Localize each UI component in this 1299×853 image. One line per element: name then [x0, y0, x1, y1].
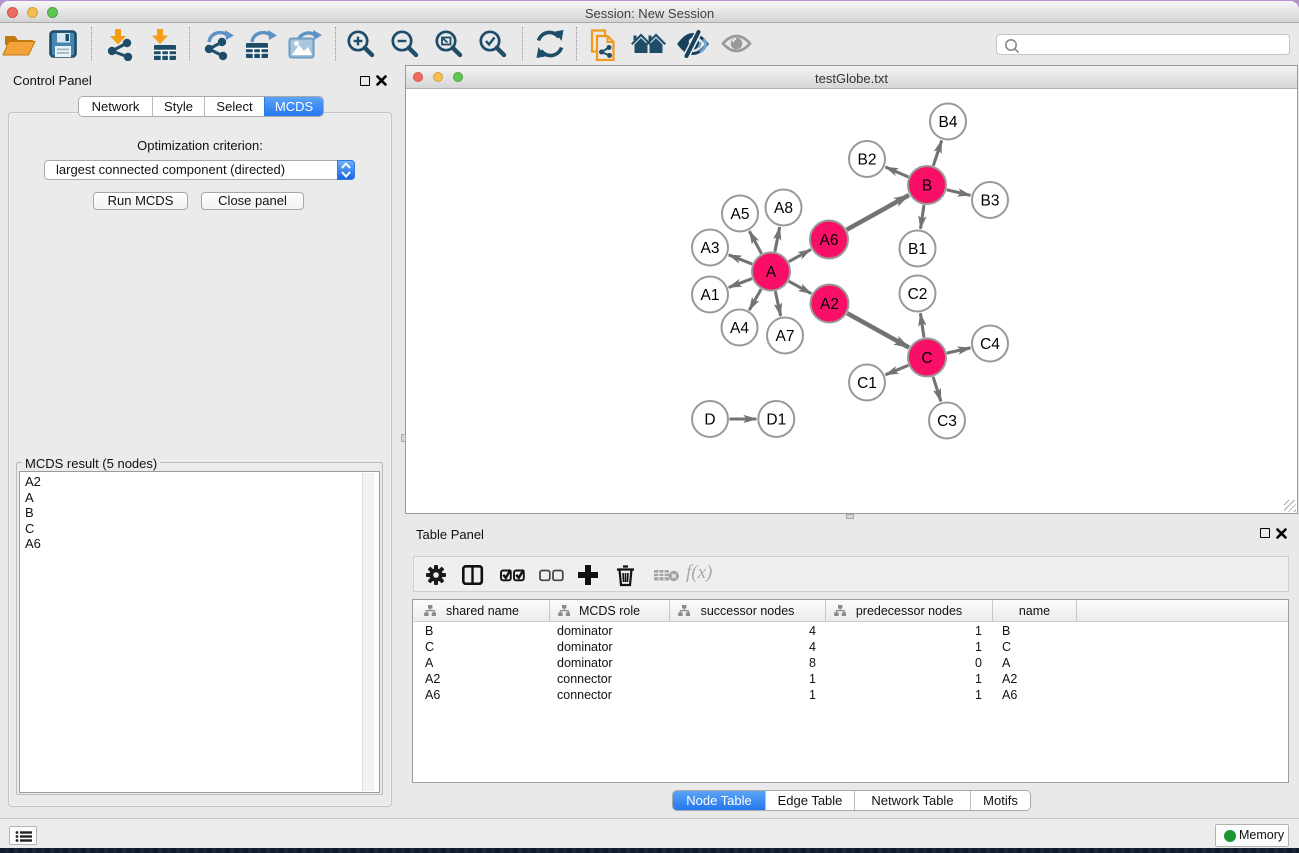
svg-text:C2: C2 — [908, 286, 928, 303]
svg-text:B4: B4 — [939, 114, 958, 131]
svg-text:A7: A7 — [776, 328, 795, 345]
svg-text:C3: C3 — [937, 413, 957, 430]
svg-text:B: B — [922, 178, 932, 195]
svg-text:A5: A5 — [731, 206, 750, 223]
svg-text:D: D — [704, 412, 715, 429]
svg-text:B1: B1 — [908, 241, 927, 258]
svg-text:B3: B3 — [981, 193, 1000, 210]
svg-text:A8: A8 — [774, 200, 793, 217]
svg-text:C1: C1 — [857, 375, 877, 392]
svg-text:B2: B2 — [858, 152, 877, 169]
svg-text:D1: D1 — [766, 412, 786, 429]
svg-text:C: C — [921, 350, 932, 367]
svg-text:A: A — [766, 264, 777, 281]
svg-text:A2: A2 — [820, 296, 839, 313]
svg-text:C4: C4 — [980, 336, 1000, 353]
svg-text:A6: A6 — [820, 232, 839, 249]
svg-text:A1: A1 — [701, 287, 720, 304]
svg-text:A4: A4 — [730, 320, 749, 337]
svg-text:A3: A3 — [701, 240, 720, 257]
